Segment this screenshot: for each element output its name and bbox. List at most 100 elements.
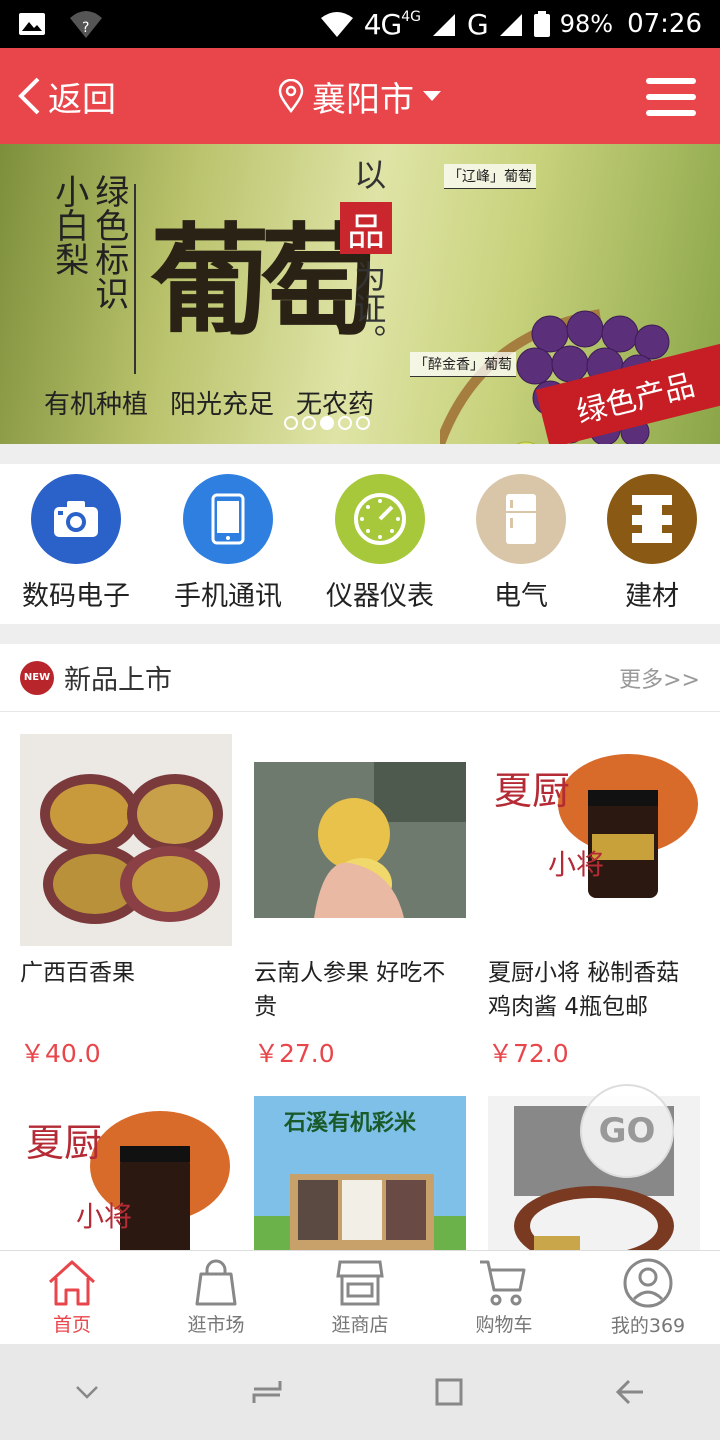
section-title: 新品上市 xyxy=(64,665,172,696)
carousel-dot[interactable] xyxy=(338,416,352,430)
caret-down-icon xyxy=(423,91,441,101)
menu-line xyxy=(646,94,696,100)
network-type-small: 4G xyxy=(401,9,422,25)
category-label: 手机通讯 xyxy=(174,581,282,612)
tab-me[interactable]: 我的369 xyxy=(576,1251,720,1344)
back-arrow-icon[interactable] xyxy=(615,1378,645,1406)
xiaojiang-text: 小将 xyxy=(76,1200,132,1233)
menu-line xyxy=(646,78,696,84)
category-icon-bg xyxy=(607,474,697,564)
fridge-icon xyxy=(506,494,536,544)
category-mobile[interactable]: 手机通讯 xyxy=(158,474,298,613)
image-icon xyxy=(19,13,45,35)
category-row: 数码电子 手机通讯 仪器仪表 电气 建材 xyxy=(0,464,720,624)
user-icon xyxy=(623,1258,673,1308)
new-arrivals-header: NEW 新品上市 更多>> xyxy=(0,644,720,712)
category-building[interactable]: 建材 xyxy=(582,474,720,613)
xiachu-text: 夏厨 xyxy=(26,1121,102,1165)
category-label: 电气 xyxy=(494,581,548,612)
product-card[interactable]: 夏厨 小将 xyxy=(20,1096,232,1250)
xiaojiang-text: 小将 xyxy=(548,848,604,881)
go-button[interactable]: GO xyxy=(580,1084,674,1178)
category-icon-bg xyxy=(183,474,273,564)
carousel-dot[interactable] xyxy=(356,416,370,430)
store-icon xyxy=(336,1260,384,1306)
home-square-icon[interactable] xyxy=(434,1377,464,1407)
camera-icon xyxy=(54,501,98,537)
product-price: ￥72.0 xyxy=(488,1039,569,1068)
promo-banner[interactable]: 小白梨 绿色标识 葡萄 以 品 为证。 「辽峰」葡萄 「醉金香」葡萄 有机种植 … xyxy=(0,144,720,444)
banner-tag-purple: 「辽峰」葡萄 xyxy=(444,164,536,189)
carousel-dot[interactable] xyxy=(284,416,298,430)
product-image-pepino[interactable] xyxy=(254,734,466,946)
home-icon xyxy=(48,1260,96,1306)
clock: 07:26 xyxy=(627,9,702,39)
section-gap xyxy=(0,444,720,464)
bottom-tab-bar: 首页 逛市场 逛商店 购物车 我的369 xyxy=(0,1250,720,1344)
tab-label: 逛商店 xyxy=(331,1314,389,1336)
menu-line xyxy=(646,110,696,116)
product-name: 广西百香果 xyxy=(20,960,135,986)
wifi-unknown-icon: ? xyxy=(70,11,102,38)
location-pin-icon xyxy=(278,79,304,113)
city-selector[interactable]: 襄阳市 xyxy=(0,48,720,144)
cart-icon xyxy=(480,1260,526,1306)
category-label: 仪器仪表 xyxy=(326,581,434,612)
banner-vertical-text-2: 绿色标识 xyxy=(88,174,129,310)
product-image-passionfruit[interactable] xyxy=(20,734,232,946)
category-icon-bg xyxy=(335,474,425,564)
tab-home[interactable]: 首页 xyxy=(0,1251,144,1344)
carousel-dot-active[interactable] xyxy=(320,416,334,430)
status-bar: ? 4G 4G G 98% 07:26 xyxy=(0,0,720,48)
bag-icon xyxy=(195,1259,237,1306)
product-card[interactable]: 云南人参果 好吃不贵 ￥27.0 xyxy=(254,734,466,1070)
app-header: 返回 襄阳市 xyxy=(0,48,720,144)
rice-banner-text: 石溪有机彩米 xyxy=(283,1110,417,1136)
product-card[interactable]: 石溪有机彩米 xyxy=(254,1096,466,1250)
battery-level: 98% xyxy=(559,10,614,38)
category-instruments[interactable]: 仪器仪表 xyxy=(310,474,450,613)
product-image-mushroom-sauce-2[interactable]: 夏厨 小将 xyxy=(20,1096,232,1250)
category-label: 数码电子 xyxy=(22,581,130,612)
system-nav-bar xyxy=(0,1344,720,1440)
section-gap xyxy=(0,624,720,644)
tab-label: 购物车 xyxy=(475,1314,533,1336)
banner-side-text-bottom: 为证。 xyxy=(349,260,388,356)
signal-icon-2 xyxy=(499,14,522,36)
carousel-dot[interactable] xyxy=(302,416,316,430)
category-label: 建材 xyxy=(625,581,679,612)
product-name: 夏厨小将 秘制香菇鸡肉酱 4瓶包邮 xyxy=(488,960,680,1020)
recent-apps-icon[interactable] xyxy=(250,1377,284,1407)
product-name: 云南人参果 好吃不贵 xyxy=(254,960,446,1020)
product-image-colored-rice[interactable]: 石溪有机彩米 xyxy=(254,1096,466,1250)
network-g: G xyxy=(467,7,489,41)
banner-side-text-top: 以 xyxy=(349,158,388,190)
tab-store[interactable]: 逛商店 xyxy=(288,1251,432,1344)
product-card[interactable]: 夏厨 小将 夏厨小将 秘制香菇鸡肉酱 4瓶包邮 ￥72.0 xyxy=(488,734,700,1070)
phone-icon xyxy=(211,493,245,545)
banner-tag-green: 「醉金香」葡萄 xyxy=(410,352,516,377)
tab-market[interactable]: 逛市场 xyxy=(144,1251,288,1344)
product-card[interactable]: 广西百香果 ￥40.0 xyxy=(20,734,232,1070)
category-electric[interactable]: 电气 xyxy=(451,474,591,613)
tab-label: 首页 xyxy=(52,1314,91,1336)
signal-icon xyxy=(433,14,456,36)
slogan-item: 阳光充足 xyxy=(170,390,275,420)
tab-cart[interactable]: 购物车 xyxy=(432,1251,576,1344)
new-badge: NEW xyxy=(20,660,54,695)
slogan-item: 有机种植 xyxy=(44,390,149,420)
chevron-down-icon[interactable] xyxy=(75,1385,99,1399)
product-price: ￥27.0 xyxy=(254,1039,335,1068)
menu-button[interactable] xyxy=(646,78,696,116)
more-link[interactable]: 更多>> xyxy=(619,662,700,694)
category-digital[interactable]: 数码电子 xyxy=(6,474,146,613)
carousel-indicator[interactable] xyxy=(284,416,370,430)
banner-vertical-text-1: 小白梨 xyxy=(48,174,89,276)
gauge-icon xyxy=(354,493,406,545)
green-grapes-image xyxy=(516,441,536,444)
category-icon-bg xyxy=(476,474,566,564)
banner-quality-badge: 品 xyxy=(340,202,392,254)
product-image-mushroom-sauce[interactable]: 夏厨 小将 xyxy=(488,734,700,946)
banner-divider xyxy=(134,184,136,374)
battery-icon xyxy=(533,11,550,37)
